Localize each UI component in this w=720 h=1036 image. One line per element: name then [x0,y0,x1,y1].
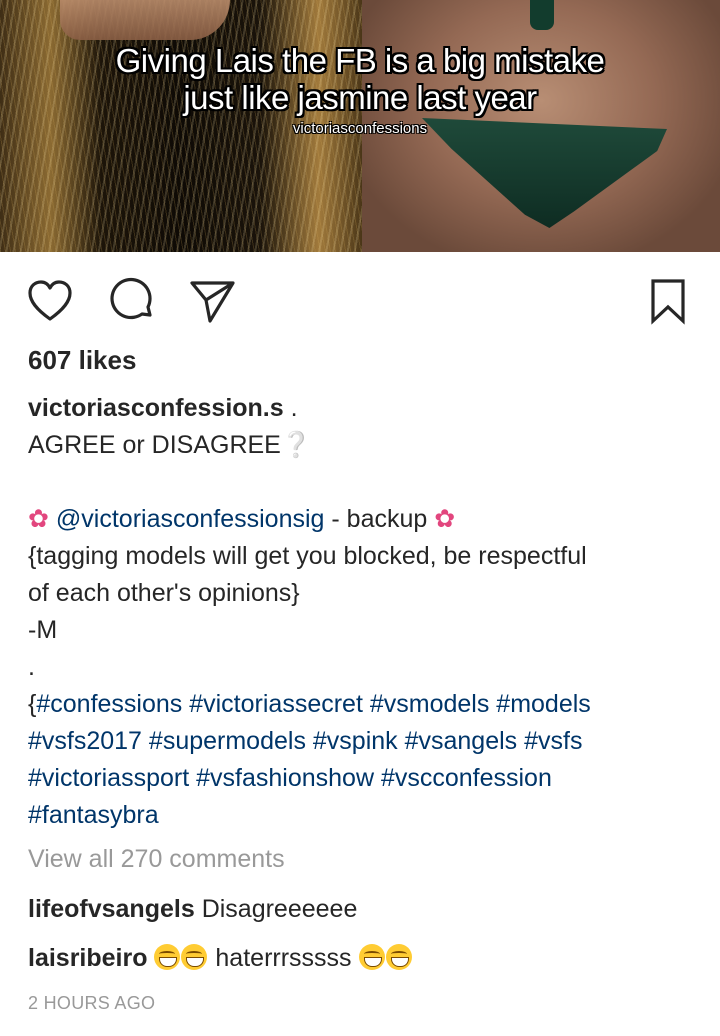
post-caption: victoriasconfession.s . AGREE or DISAGRE… [28,390,698,834]
view-all-comments-link[interactable]: View all 270 comments [28,845,285,874]
laughing-emoji-icon [181,944,208,970]
post-timestamp: 2 HOURS AGO [28,993,156,1013]
caption-username-suffix: . [283,394,298,422]
caption-line: -M [28,616,58,644]
post-image[interactable]: Giving Lais the FB is a big mistake just… [0,0,720,252]
comment-item: laisribeiro haterrrsssss [28,944,413,973]
hashtag-links[interactable]: #victoriassport #vsfashionshow #vscconfe… [28,760,698,797]
hashtag-links[interactable]: #vsfs2017 #supermodels #vspink #vsangels… [28,723,698,760]
caption-line: . [28,653,35,681]
bookmark-icon[interactable] [644,277,692,325]
caption-line: - backup [324,505,435,533]
caption-username[interactable]: victoriasconfession.s [28,394,284,422]
heart-icon[interactable] [26,277,74,325]
caption-line: of each other's opinions} [28,579,300,607]
laughing-emoji-icon [358,944,385,970]
flower-emoji-icon: ✿ [434,505,456,533]
caption-line: AGREE or DISAGREE [28,431,281,459]
image-overlay-text: Giving Lais the FB is a big mistake just… [0,42,720,116]
comment-username[interactable]: laisribeiro [28,944,148,972]
question-emoji-icon: ❔ [280,431,312,459]
comment-item: lifeofvsangels Disagreeeeee [28,895,357,924]
comment-text: haterrrsssss [215,944,352,972]
comment-text: Disagreeeeee [201,895,358,923]
flower-emoji-icon: ✿ [28,505,49,533]
hashtag-links[interactable]: #fantasybra [28,797,698,834]
caption-line: {tagging models will get you blocked, be… [28,542,587,570]
laughing-emoji-icon [154,944,181,970]
image-watermark: victoriasconfessions [292,120,428,137]
overlay-line-1: Giving Lais the FB is a big mistake [115,42,605,79]
comment-icon[interactable] [108,277,156,325]
mention-link[interactable]: @victoriasconfessionsig [56,505,325,533]
comment-username[interactable]: lifeofvsangels [28,895,195,923]
hashtag-links[interactable]: #confessions #victoriassecret #vsmodels … [36,690,590,718]
share-icon[interactable] [188,277,236,325]
likes-count[interactable]: 607 likes [28,345,136,376]
laughing-emoji-icon [385,944,412,970]
overlay-line-2: just like jasmine last year [183,79,537,116]
